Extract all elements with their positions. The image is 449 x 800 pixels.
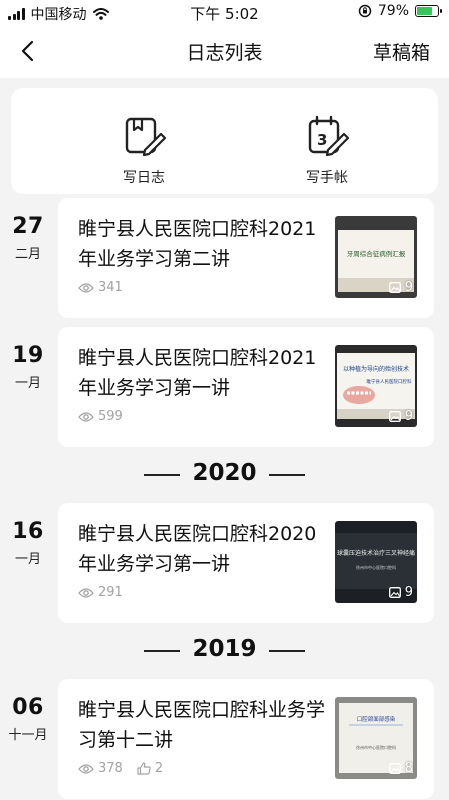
views-count: 341 [98, 280, 123, 295]
image-count-value: 9 [404, 409, 413, 424]
entry-date: 19 一月 [0, 343, 56, 391]
orientation-lock-icon [358, 4, 372, 18]
write-diary-label: 写日志 [123, 170, 165, 186]
year-divider: 2020 [0, 456, 449, 492]
image-count: 9 [388, 585, 413, 600]
entry-date: 06 十一月 [0, 695, 56, 743]
entry-title: 睢宁县人民医院口腔科2020年业务学习第一讲 [78, 523, 317, 575]
eye-icon [78, 282, 94, 293]
views-count: 291 [98, 585, 123, 600]
content: 写日志 3 写手帐 27 二月 睢宁县人民医院口腔科2021年业务学习第二讲 3… [0, 78, 449, 800]
thumbnail-title: 以种植为导向的殆创技术 [343, 365, 409, 373]
entry-day: 27 [12, 214, 44, 239]
diary-entry: 06 十一月 睢宁县人民医院口腔科业务学习第十二讲 378 2 口腔颌面部感染 … [0, 679, 449, 799]
thumbnail-title: 球囊压迫技术治疗三叉神经痛 [337, 549, 415, 557]
entry-month: 十一月 [8, 728, 48, 743]
divider-line [269, 650, 305, 652]
image-count-value: 8 [404, 761, 413, 776]
image-count: 9 [388, 280, 413, 295]
year-label: 2019 [192, 636, 257, 662]
image-count: 8 [388, 761, 413, 776]
thumbnail-subtitle: 徐州市中心医院口腔科 [356, 744, 396, 750]
write-handbook-button[interactable]: 3 写手帐 [282, 114, 372, 187]
thumbnail-subtitle: 徐州市中心医院口腔科 [356, 564, 396, 570]
image-count: 9 [388, 409, 413, 424]
entry-date: 16 一月 [0, 519, 56, 567]
drafts-button[interactable]: 草稿箱 [373, 38, 430, 65]
image-count-value: 9 [404, 280, 413, 295]
diary-entry: 19 一月 睢宁县人民医院口腔科2021年业务学习第一讲 599 以种植为导向的… [0, 327, 449, 447]
entry-month: 一月 [14, 376, 41, 391]
entry-title: 睢宁县人民医院口腔科2021年业务学习第二讲 [78, 218, 317, 270]
entry-card[interactable]: 睢宁县人民医院口腔科2020年业务学习第一讲 291 球囊压迫技术治疗三叉神经痛… [58, 503, 434, 623]
image-icon [388, 411, 401, 422]
entry-month: 一月 [14, 552, 41, 567]
eye-icon [78, 763, 94, 774]
write-handbook-label: 写手帐 [306, 170, 348, 186]
thumbs-up-icon [137, 762, 151, 775]
entry-thumbnail: 口腔颌面部感染 徐州市中心医院口腔科 8 [335, 697, 417, 779]
year-label: 2020 [192, 460, 257, 486]
entry-card[interactable]: 睢宁县人民医院口腔科业务学习第十二讲 378 2 口腔颌面部感染 徐州市中心医院… [58, 679, 434, 799]
diary-entry: 16 一月 睢宁县人民医院口腔科2020年业务学习第一讲 291 球囊压迫技术治… [0, 503, 449, 623]
image-icon [388, 282, 401, 293]
views-stat: 291 [78, 585, 123, 600]
handbook-calendar-icon: 3 [308, 115, 350, 157]
entry-day: 06 [12, 695, 44, 720]
entry-thumbnail: 球囊压迫技术治疗三叉神经痛 徐州市中心医院口腔科 9 [335, 521, 417, 603]
battery-fill [417, 7, 432, 15]
entry-meta: 599 [78, 409, 123, 424]
eye-icon [78, 587, 94, 598]
entry-meta: 291 [78, 585, 123, 600]
eye-icon [78, 411, 94, 422]
entry-card[interactable]: 睢宁县人民医院口腔科2021年业务学习第二讲 341 牙周综合征病例汇报 9 [58, 198, 434, 318]
diary-pen-icon [125, 117, 167, 157]
thumbnail-title: 口腔颌面部感染 [357, 715, 396, 723]
svg-text:3: 3 [317, 131, 327, 149]
battery-percent: 79% [377, 3, 409, 19]
entry-title: 睢宁县人民医院口腔科2021年业务学习第一讲 [78, 347, 317, 399]
divider-line [269, 474, 305, 476]
views-count: 378 [98, 761, 123, 776]
thumbnail-title: 牙周综合征病例汇报 [347, 249, 406, 258]
thumbnail-subtitle: 睢宁县人民医院口腔科 [367, 378, 412, 385]
entry-day: 19 [12, 343, 44, 368]
entry-title: 睢宁县人民医院口腔科业务学习第十二讲 [78, 699, 326, 751]
nav-bar: 日志列表 草稿箱 [0, 24, 449, 78]
views-stat: 599 [78, 409, 123, 424]
write-diary-button[interactable]: 写日志 [99, 114, 189, 187]
status-bar: 中国移动 下午 5:02 79% [0, 0, 449, 24]
image-count-value: 9 [404, 585, 413, 600]
entry-day: 16 [12, 519, 44, 544]
entry-meta: 378 2 [78, 761, 163, 776]
entry-date: 27 二月 [0, 214, 56, 262]
entry-month: 二月 [14, 247, 41, 262]
views-stat: 341 [78, 280, 123, 295]
likes-stat[interactable]: 2 [137, 761, 163, 776]
battery-icon [415, 5, 442, 17]
year-divider: 2019 [0, 632, 449, 668]
views-stat: 378 [78, 761, 123, 776]
entry-card[interactable]: 睢宁县人民医院口腔科2021年业务学习第一讲 599 以种植为导向的殆创技术 睢… [58, 327, 434, 447]
image-icon [388, 763, 401, 774]
image-icon [388, 587, 401, 598]
action-panel: 写日志 3 写手帐 [11, 88, 438, 194]
diary-entry: 27 二月 睢宁县人民医院口腔科2021年业务学习第二讲 341 牙周综合征病例… [0, 198, 449, 318]
entry-meta: 341 [78, 280, 123, 295]
status-right: 79% [358, 3, 442, 19]
likes-count: 2 [154, 761, 164, 776]
entry-thumbnail: 牙周综合征病例汇报 9 [335, 216, 417, 298]
entry-thumbnail: 以种植为导向的殆创技术 睢宁县人民医院口腔科 9 [335, 345, 417, 427]
views-count: 599 [98, 409, 123, 424]
